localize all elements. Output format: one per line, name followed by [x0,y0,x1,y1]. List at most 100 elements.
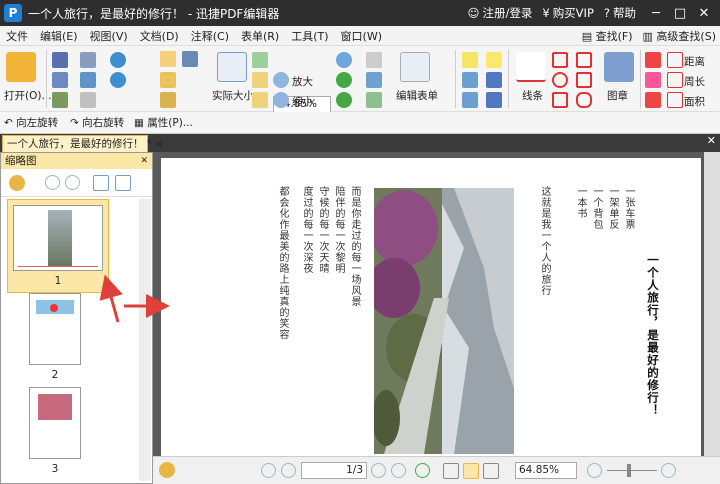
back-icon[interactable] [415,463,430,478]
tab-close-icon[interactable]: ✕ [155,140,163,150]
menu-window[interactable]: 窗口(W) [335,28,388,44]
open-label[interactable]: 打开(O)... [4,88,51,103]
new-doc-icon[interactable] [80,92,96,108]
area-icon[interactable] [667,92,683,108]
eraser-icon[interactable] [645,72,661,88]
buy-vip-button[interactable]: ¥ 购买VIP [542,5,594,21]
status-zoom-out-icon[interactable] [587,463,602,478]
rectangle-tool-icon[interactable] [552,92,568,108]
find-button[interactable]: ▤ 查找(F) [582,28,633,44]
rotate-right-button[interactable]: ↷ 向右旋转 [70,115,124,130]
rotate-cw-icon[interactable] [336,72,352,88]
pencil-tool-icon[interactable] [576,52,592,68]
save-icon[interactable] [52,52,68,68]
thumbnail-page-1[interactable] [13,205,103,271]
redo-icon[interactable] [110,72,126,88]
stamp-icon[interactable] [604,52,634,82]
properties-button[interactable]: ▦ 属性(P)... [134,115,193,130]
menu-view[interactable]: 视图(V) [84,28,134,44]
minimize-icon[interactable]: ─ [646,6,666,21]
fit-width-icon[interactable] [252,72,268,88]
line-tool-icon[interactable] [516,52,546,82]
view-settings-icon[interactable] [159,462,175,478]
menu-tools[interactable]: 工具(T) [285,28,334,44]
fit-page-icon[interactable] [252,52,268,68]
select-tool-icon[interactable] [160,72,176,88]
thumb-zoom-out-icon[interactable] [65,175,80,190]
page-input[interactable]: 1/3 [301,462,367,479]
rotate-ccw-icon[interactable] [336,92,352,108]
edit-form-label[interactable]: 编辑表单 [396,88,438,103]
add-text-icon[interactable] [366,72,382,88]
thumbnail-page-2[interactable] [29,293,81,365]
arrow-tool-icon[interactable] [552,52,568,68]
area-label[interactable]: 面积 [684,94,705,109]
line-tool-label[interactable]: 线条 [522,88,543,103]
snapshot-icon[interactable] [160,92,176,108]
open-folder-icon[interactable] [6,52,36,82]
menu-document[interactable]: 文档(D) [134,28,185,44]
zoom-in-icon[interactable] [273,72,289,88]
text-tool-icon[interactable] [462,52,478,68]
settings-gear-icon[interactable] [9,175,25,191]
facing-page-icon[interactable] [483,463,499,479]
textbox-icon[interactable] [462,72,478,88]
edit-form-icon[interactable] [400,52,430,82]
prev-page-icon[interactable] [281,463,296,478]
rotate-left-button[interactable]: ↶ 向左旋转 [4,115,58,130]
single-page-icon[interactable] [443,463,459,479]
perimeter-icon[interactable] [667,72,683,88]
polygon-tool-icon[interactable] [576,72,592,88]
zoom-plus-icon[interactable] [336,52,352,68]
next-page-icon[interactable] [371,463,386,478]
cloud-tool-icon[interactable] [576,92,592,108]
help-button[interactable]: ? 帮助 [604,5,636,21]
highlight-icon[interactable] [645,52,661,68]
camera-icon[interactable] [182,51,198,67]
menu-edit[interactable]: 编辑(E) [34,28,84,44]
status-zoom-in-icon[interactable] [661,463,676,478]
undo-icon[interactable] [110,52,126,68]
thumb-zoom-in-icon[interactable] [45,175,60,190]
zoom-out-label[interactable]: 缩小 [292,94,313,109]
export-icon[interactable] [52,92,68,108]
underline-icon[interactable] [645,92,661,108]
continuous-page-icon[interactable] [463,463,479,479]
status-zoom-select[interactable]: 64.85% [515,462,577,479]
thumb-rotate-left-icon[interactable] [93,175,109,191]
thumbnail-page-3[interactable] [29,387,81,459]
ellipse-tool-icon[interactable] [552,72,568,88]
thumbnail-scrollbar[interactable] [139,199,151,481]
menu-file[interactable]: 文件 [0,28,34,44]
print-icon[interactable] [52,72,68,88]
edit-content-icon[interactable] [366,52,382,68]
panel-close-icon[interactable]: ✕ [140,153,148,169]
stamp-label[interactable]: 图章 [607,88,628,103]
zoom-slider[interactable] [607,470,657,471]
zoom-in-label[interactable]: 放大 [292,74,313,89]
distance-icon[interactable] [667,52,683,68]
zoom-out-icon[interactable] [273,92,289,108]
actual-size-label[interactable]: 实际大小 [212,88,254,103]
document-scrollbar[interactable] [704,152,720,456]
close-icon[interactable]: ✕ [694,6,714,21]
insert-text-icon[interactable] [462,92,478,108]
hand-tool-icon[interactable] [160,51,176,67]
register-button[interactable]: ☺ 注册/登录 [467,5,532,21]
email-icon[interactable] [80,52,96,68]
advanced-find-button[interactable]: ▥ 高级查找(S) [643,28,716,44]
menu-comment[interactable]: 注释(C) [185,28,235,44]
distance-label[interactable]: 距离 [684,54,705,69]
document-tab[interactable]: 一个人旅行，是最好的修行！ * ✕ [2,135,163,152]
close-all-icon[interactable]: ✕ [707,134,716,147]
attach-icon[interactable] [486,72,502,88]
add-image-icon[interactable] [366,92,382,108]
note-icon[interactable] [486,52,502,68]
menu-form[interactable]: 表单(R) [235,28,285,44]
thumb-rotate-right-icon[interactable] [115,175,131,191]
maximize-icon[interactable]: □ [670,6,690,21]
fit-visible-icon[interactable] [252,92,268,108]
zoom-slider-thumb[interactable] [627,464,631,477]
actual-size-icon[interactable] [217,52,247,82]
scan-icon[interactable] [80,72,96,88]
